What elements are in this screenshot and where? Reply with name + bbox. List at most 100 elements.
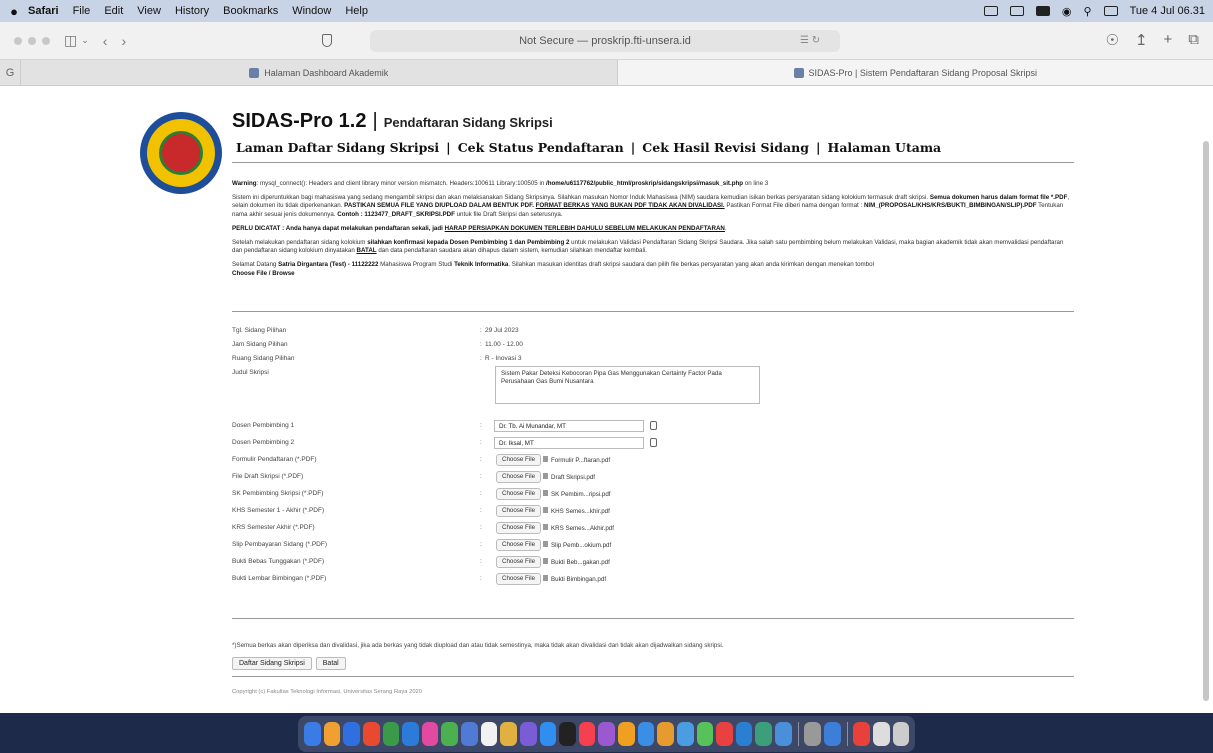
dock-app-icon[interactable] (362, 722, 380, 746)
file-icon (543, 558, 548, 564)
choose-file-button[interactable]: Choose File (496, 539, 542, 551)
dock-app-icon[interactable] (676, 722, 694, 746)
menu-app-name[interactable]: Safari (28, 5, 59, 17)
info-paragraph-2: PERLU DICATAT : Anda hanya dapat melakuk… (232, 224, 727, 232)
dock-app-icon[interactable] (461, 722, 478, 746)
contact-card-icon[interactable] (650, 438, 657, 447)
dock-app-icon[interactable] (657, 722, 674, 746)
file-row-slip: Slip Pembayaran Sidang (*.PDF): Choose F… (232, 539, 612, 551)
display-icon[interactable] (1009, 6, 1024, 16)
control-center-icon[interactable]: ◉ (1062, 5, 1072, 18)
dock-app-icon[interactable] (618, 722, 635, 746)
main-nav: Laman Daftar Sidang Skripsi | Cek Status P… (236, 140, 942, 155)
menu-bookmarks[interactable]: Bookmarks (223, 5, 278, 17)
desktop-bottom (0, 713, 1213, 753)
choose-file-button[interactable]: Choose File (496, 471, 542, 483)
dock-app-icon[interactable] (559, 722, 576, 746)
menu-view[interactable]: View (137, 5, 161, 17)
dock-app-icon[interactable] (892, 722, 910, 746)
dock-app-icon[interactable] (775, 722, 792, 746)
cancel-button[interactable]: Batal (315, 657, 346, 670)
apple-icon[interactable]: ● (0, 4, 28, 19)
dosen1-input[interactable]: Dr. Tb. Ai Munandar, MT (494, 420, 644, 432)
dock-app-icon[interactable] (500, 722, 517, 746)
dosen2-input[interactable]: Dr. Iksal, MT (494, 437, 644, 449)
share-icon[interactable]: ↥ (1135, 31, 1148, 49)
siri-icon[interactable] (1103, 6, 1118, 16)
menu-clock[interactable]: Tue 4 Jul 06.31 (1130, 5, 1205, 17)
dock-app-icon[interactable] (735, 722, 753, 746)
menu-edit[interactable]: Edit (104, 5, 123, 17)
dock-app-icon[interactable] (539, 722, 557, 746)
google-icon[interactable]: G (0, 60, 20, 85)
file-row-krs: KRS Semester Akhir (*.PDF): Choose File … (232, 522, 614, 534)
info-paragraph-1: Sistem ini diperuntukkan bagi mahasiswa … (232, 194, 1070, 218)
menu-window[interactable]: Window (292, 5, 331, 17)
ruang-value: R - Inovasi 3 (485, 355, 522, 362)
selected-file-name: Slip Pemb...okium.pdf (543, 541, 611, 549)
page-scrollbar[interactable] (1203, 141, 1209, 701)
choose-file-button[interactable]: Choose File (496, 488, 542, 500)
dock-app-icon[interactable] (804, 722, 821, 746)
dock-app-icon[interactable] (421, 722, 439, 746)
app-name: SIDAS-Pro 1.2 (232, 110, 367, 132)
dock-app-icon[interactable] (716, 722, 733, 746)
info-paragraph-3: Setelah melakukan pendaftaran sidang kol… (232, 239, 1064, 255)
choose-file-button[interactable]: Choose File (496, 454, 542, 466)
dock-app-icon[interactable] (598, 722, 615, 746)
nav-cek-revisi[interactable]: Cek Hasil Revisi Sidang (642, 140, 809, 155)
choose-file-button[interactable]: Choose File (496, 505, 542, 517)
judul-textarea[interactable]: Sistem Pakar Deteksi Kebocoran Pipa Gas … (495, 366, 760, 404)
screen-mirror-icon[interactable] (983, 6, 998, 16)
selected-file-name: SK Pembim...ripsi.pdf (543, 490, 611, 498)
tab-overview-icon[interactable]: ⧉ (1188, 31, 1199, 49)
menu-help[interactable]: Help (345, 5, 368, 17)
dock-app-icon[interactable] (823, 722, 841, 746)
web-page: SIDAS-Pro 1.2 | Pendaftaran Sidang Skripsi… (0, 86, 1213, 713)
dock-app-icon[interactable] (343, 722, 360, 746)
privacy-shield-icon[interactable] (322, 34, 332, 47)
page-title: SIDAS-Pro 1.2 | Pendaftaran Sidang Skripsi (232, 110, 553, 132)
new-tab-icon[interactable]: + (1164, 31, 1173, 49)
forward-icon[interactable]: › (121, 33, 126, 49)
nav-halaman-utama[interactable]: Halaman Utama (828, 140, 942, 155)
submit-button[interactable]: Daftar Sidang Skripsi (232, 657, 312, 670)
menu-history[interactable]: History (175, 5, 209, 17)
contact-card-icon[interactable] (650, 421, 657, 430)
window-controls[interactable] (14, 36, 50, 45)
selected-file-name: Bukti Bimbingan.pdf (543, 575, 606, 583)
choose-file-button[interactable]: Choose File (496, 573, 542, 585)
dock-app-icon[interactable] (304, 722, 321, 746)
dock-app-icon[interactable] (402, 722, 419, 746)
tgl-value: 29 Jul 2023 (485, 327, 519, 334)
nav-cek-status[interactable]: Cek Status Pendaftaran (458, 140, 624, 155)
footer-copyright: Copyright (c) Fakultas Teknologi Informa… (232, 689, 422, 695)
dock-app-icon[interactable] (480, 722, 498, 746)
dock-app-icon[interactable] (441, 722, 458, 746)
dock-app-icon[interactable] (853, 722, 870, 746)
dock-app-icon[interactable] (637, 722, 655, 746)
dock-app-icon[interactable] (696, 722, 714, 746)
dock-app-icon[interactable] (872, 722, 890, 746)
dock-separator (797, 722, 799, 746)
chevron-down-icon[interactable]: ⌄ (81, 35, 89, 46)
spotlight-icon[interactable]: ⚲ (1084, 5, 1092, 18)
sidebar-toggle-icon[interactable]: ◫ (64, 32, 77, 49)
dock-app-icon[interactable] (382, 722, 400, 746)
choose-file-button[interactable]: Choose File (496, 556, 542, 568)
nav-daftar-sidang[interactable]: Laman Daftar Sidang Skripsi (236, 140, 439, 155)
dock-app-icon[interactable] (578, 722, 596, 746)
download-icon[interactable]: ☉ (1105, 31, 1118, 49)
tab-dashboard[interactable]: Halaman Dashboard Akademik (20, 60, 617, 85)
choose-file-button[interactable]: Choose File (496, 522, 542, 534)
dock-app-icon[interactable] (323, 722, 341, 746)
reader-icon[interactable]: ☰ ↻ (800, 35, 820, 46)
tab-sidas[interactable]: SIDAS-Pro | Sistem Pendaftaran Sidang Pr… (616, 60, 1213, 85)
php-warning: Warning: mysql_connect(): Headers and cl… (232, 180, 769, 187)
menu-file[interactable]: File (73, 5, 91, 17)
back-icon[interactable]: ‹ (103, 33, 108, 49)
dock-app-icon[interactable] (755, 722, 772, 746)
dock-app-icon[interactable] (519, 722, 537, 746)
battery-icon[interactable] (1035, 6, 1050, 16)
address-bar[interactable]: Not Secure — proskrip.fti-unsera.id (370, 30, 840, 52)
